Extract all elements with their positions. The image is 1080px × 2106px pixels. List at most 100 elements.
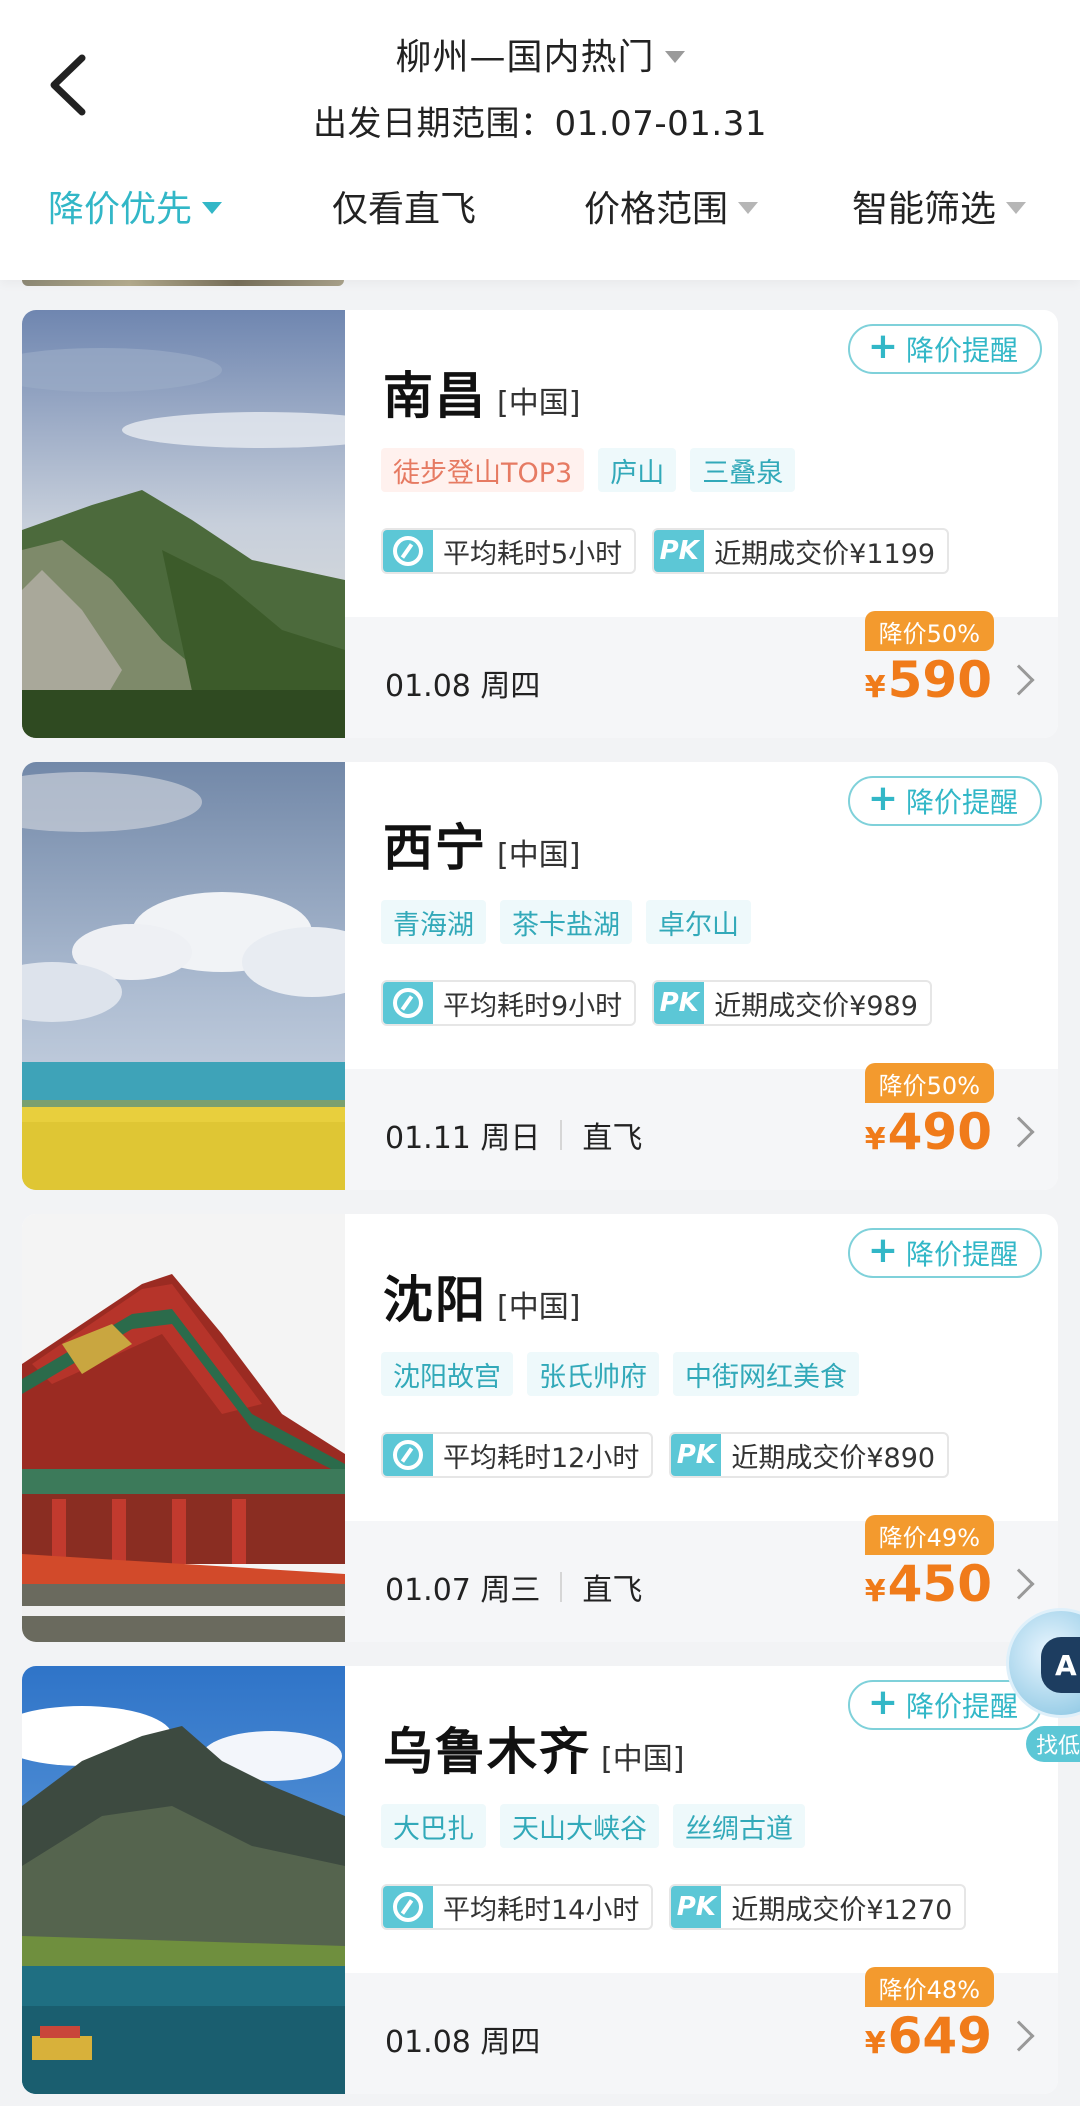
tag-badge: 茶卡盐湖	[500, 900, 632, 944]
flight-summary-bar[interactable]: 01.08 周四 降价48% ¥ 649	[345, 1967, 1058, 2094]
tag-badge: 庐山	[598, 448, 677, 492]
price: ¥ 590	[865, 651, 992, 709]
flight-date: 01.07 周三	[385, 1573, 541, 1608]
pk-icon: PK	[671, 1434, 722, 1476]
tag-badge: 青海湖	[381, 900, 486, 944]
price-alert-button[interactable]: + 降价提醒	[847, 1228, 1042, 1278]
flight-summary-bar[interactable]: 01.07 周三 直飞 降价49% ¥ 450	[345, 1515, 1058, 1642]
filter-smart[interactable]: 智能筛选	[852, 180, 1027, 232]
avg-time-text: 平均耗时14小时	[443, 1894, 640, 1926]
country-label: [中国]	[497, 838, 581, 873]
destination-card[interactable]: + 降价提醒 沈阳 [中国] 沈阳故宫 张氏帅府 中街网红美食 平均耗时12小时…	[22, 1214, 1058, 1642]
filter-label: 仅看直飞	[332, 189, 477, 230]
header-bar: 柳州—国内热门 出发日期范围：01.07-01.31 降价优先 仅看直飞 价格范…	[0, 0, 1080, 280]
flight-date: 01.08 周四	[385, 2025, 541, 2060]
filter-label: 降价优先	[48, 189, 193, 230]
city-name: 乌鲁木齐	[383, 1723, 591, 1781]
pk-icon: PK	[654, 530, 705, 572]
tag-badge: 沈阳故宫	[381, 1352, 513, 1396]
chevron-right-icon	[1003, 1116, 1035, 1148]
country-label: [中国]	[497, 1290, 581, 1325]
destination-card[interactable]: + 降价提醒 乌鲁木齐 [中国] 大巴扎 天山大峡谷 丝绸古道 平均耗时14小时…	[22, 1666, 1058, 2094]
filter-label: 价格范围	[584, 189, 729, 230]
price-alert-button[interactable]: + 降价提醒	[847, 776, 1042, 826]
destination-card[interactable]: + 降价提醒 南昌 [中国] 徒步登山TOP3 庐山 三叠泉 平均耗时5小时 P…	[22, 310, 1058, 738]
currency-symbol: ¥	[864, 2026, 886, 2061]
avg-time-stat: 平均耗时12小时	[381, 1432, 654, 1478]
avg-time-stat: 平均耗时14小时	[381, 1884, 654, 1930]
chevron-right-icon	[1003, 1568, 1035, 1600]
price-alert-label: 降价提醒	[905, 334, 1018, 367]
clock-icon	[383, 530, 433, 572]
currency-symbol: ¥	[864, 1122, 886, 1157]
plus-icon: +	[867, 1230, 898, 1271]
robot-avatar-icon: A	[1006, 1608, 1080, 1718]
recent-price-text: 近期成交价¥989	[714, 990, 918, 1022]
price-alert-label: 降价提醒	[905, 786, 1018, 819]
destination-photo	[22, 762, 345, 1190]
filter-price-drop-first[interactable]: 降价优先	[48, 180, 223, 232]
recent-price-stat: PK 近期成交价¥989	[652, 980, 932, 1026]
flight-summary-bar[interactable]: 01.08 周四 降价50% ¥ 590	[345, 611, 1058, 738]
avg-time-text: 平均耗时5小时	[443, 538, 623, 570]
avg-time-text: 平均耗时9小时	[443, 990, 623, 1022]
route-title[interactable]: 柳州—国内热门	[395, 28, 685, 80]
avg-time-text: 平均耗时12小时	[443, 1442, 640, 1474]
direct-flight-label: 直飞	[582, 1121, 643, 1156]
price-value: 490	[887, 1103, 992, 1161]
tag-badge: 天山大峡谷	[500, 1804, 659, 1848]
price: ¥ 649	[865, 2007, 992, 2065]
dropdown-caret-icon	[202, 202, 223, 214]
pk-icon: PK	[654, 982, 705, 1024]
tag-badge: 丝绸古道	[673, 1804, 805, 1848]
tag-badge: 张氏帅府	[527, 1352, 659, 1396]
plus-icon: +	[867, 1682, 898, 1723]
discount-badge: 降价49%	[864, 1515, 994, 1555]
divider	[560, 1572, 563, 1602]
dropdown-caret-icon	[664, 51, 685, 63]
recent-price-stat: PK 近期成交价¥890	[669, 1432, 950, 1478]
price-value: 649	[887, 2007, 992, 2065]
plus-icon: +	[867, 326, 898, 367]
filter-bar: 降价优先 仅看直飞 价格范围 智能筛选	[0, 180, 1080, 242]
dropdown-caret-icon	[1006, 202, 1027, 214]
date-range-subtitle: 出发日期范围：01.07-01.31	[313, 104, 767, 144]
filter-price-range[interactable]: 价格范围	[584, 180, 759, 232]
recent-price-text: 近期成交价¥1270	[731, 1894, 953, 1926]
tag-badge: 三叠泉	[690, 448, 796, 492]
flight-date: 01.08 周四	[385, 669, 541, 704]
plus-icon: +	[867, 778, 898, 819]
flight-summary-bar[interactable]: 01.11 周日 直飞 降价50% ¥ 490	[345, 1063, 1058, 1190]
destination-photo	[22, 310, 345, 738]
dropdown-caret-icon	[738, 202, 759, 214]
recent-price-stat: PK 近期成交价¥1270	[669, 1884, 967, 1930]
clock-icon	[383, 1886, 433, 1928]
tag-badge: 徒步登山TOP3	[381, 448, 585, 492]
price-alert-label: 降价提醒	[905, 1690, 1018, 1723]
route-title-text: 柳州—国内热门	[395, 37, 655, 78]
price-value: 450	[887, 1555, 992, 1613]
price: ¥ 490	[865, 1103, 992, 1161]
robot-face-text: A	[1041, 1637, 1080, 1693]
discount-badge: 降价50%	[864, 1063, 994, 1103]
ai-assistant-button[interactable]: A 找低	[1006, 1608, 1080, 1768]
city-name: 西宁	[383, 819, 487, 877]
destination-card[interactable]: + 降价提醒 西宁 [中国] 青海湖 茶卡盐湖 卓尔山 平均耗时9小时 PK 近…	[22, 762, 1058, 1190]
country-label: [中国]	[601, 1742, 685, 1777]
currency-symbol: ¥	[864, 670, 886, 705]
filter-label: 智能筛选	[852, 189, 997, 230]
discount-badge: 降价50%	[864, 611, 994, 651]
pk-icon: PK	[671, 1886, 722, 1928]
country-label: [中国]	[497, 386, 581, 421]
avg-time-stat: 平均耗时5小时	[381, 528, 637, 574]
clock-icon	[383, 982, 433, 1024]
currency-symbol: ¥	[864, 1574, 886, 1609]
recent-price-stat: PK 近期成交价¥1199	[652, 528, 950, 574]
price-alert-label: 降价提醒	[905, 1238, 1018, 1271]
price-value: 590	[887, 651, 992, 709]
direct-flight-label: 直飞	[582, 1573, 643, 1608]
price-alert-button[interactable]: + 降价提醒	[847, 324, 1042, 374]
avg-time-stat: 平均耗时9小时	[381, 980, 637, 1026]
filter-direct-only[interactable]: 仅看直飞	[332, 180, 476, 232]
city-name: 南昌	[383, 367, 487, 425]
